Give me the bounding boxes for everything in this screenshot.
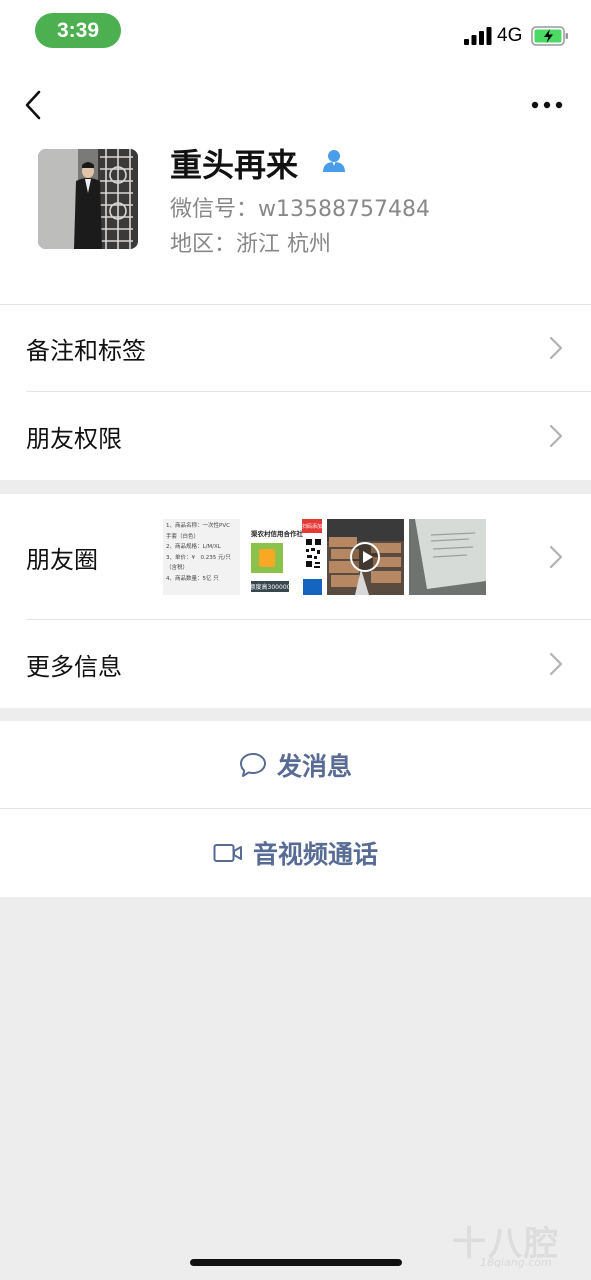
watermark-sub: 18qiang.com	[480, 1256, 552, 1269]
moment-thumbnail-text[interactable]: 1、商品名称：一次性PVC 手套（白色） 2、商品规格：L/M/XL 3、单价：…	[163, 519, 240, 595]
actions-section: 发消息 音视频通话	[0, 721, 591, 897]
thumb1-line: 手套（白色）	[166, 533, 200, 540]
remarks-and-tags-label: 备注和标签	[26, 336, 146, 365]
friend-permissions-label: 朋友权限	[26, 424, 122, 453]
video-camera-icon	[213, 844, 242, 862]
send-message-button[interactable]: 发消息	[0, 721, 591, 809]
settings-section: 备注和标签 朋友权限	[0, 304, 591, 480]
thumb1-line: 2、商品规格：L/M/XL	[166, 544, 221, 550]
friend-permissions-row[interactable]: 朋友权限	[0, 392, 591, 480]
thumb2-badge: 扫码添加	[302, 519, 322, 533]
qr-code-icon	[305, 537, 322, 573]
chat-bubble-icon	[239, 753, 266, 777]
send-message-label: 发消息	[276, 752, 352, 781]
contact-name: 重头再来	[170, 146, 299, 184]
more-info-row[interactable]: 更多信息	[0, 620, 591, 708]
status-bar: 3:39 4G	[0, 0, 591, 66]
moment-thumbnail-ad[interactable]: 渠农村信用合作社 扫码添加 额度高300000	[245, 519, 322, 595]
play-icon	[363, 551, 373, 563]
moment-thumbnail-photo[interactable]	[409, 519, 486, 595]
thumb2-title: 渠农村信用合作社	[251, 530, 303, 538]
home-indicator[interactable]	[190, 1259, 402, 1266]
battery-charging-icon	[531, 26, 568, 46]
network-type: 4G	[497, 25, 523, 46]
thumb2-amount: 额度高300000	[251, 581, 289, 592]
status-time[interactable]: 3:39	[35, 13, 121, 48]
thumb1-line: 1、商品名称：一次性PVC	[166, 523, 230, 529]
moment-thumbnail-video[interactable]	[327, 519, 404, 595]
region: 地区：浙江 杭州	[170, 232, 331, 257]
cellular-signal-icon	[464, 27, 492, 45]
chevron-right-icon	[549, 336, 563, 360]
thumb1-line: 3、单价：¥ 0.235 元/只	[166, 554, 231, 561]
video-call-button[interactable]: 音视频通话	[0, 809, 591, 897]
thumb1-line: 4、商品数量：5亿 只	[166, 575, 219, 582]
moments-thumbnails: 1、商品名称：一次性PVC 手套（白色） 2、商品规格：L/M/XL 3、单价：…	[163, 519, 486, 595]
chevron-right-icon	[549, 424, 563, 448]
remarks-and-tags-row[interactable]: 备注和标签	[0, 304, 591, 392]
moments-label: 朋友圈	[26, 545, 98, 574]
avatar-photo	[38, 149, 138, 249]
photo-image	[409, 519, 486, 595]
chevron-right-icon	[549, 545, 563, 569]
more-options-icon[interactable]	[530, 100, 564, 110]
moments-row[interactable]: 朋友圈 1、商品名称：一次性PVC 手套（白色） 2、商品规格：L/M/XL 3…	[0, 494, 591, 620]
more-info-label: 更多信息	[26, 652, 122, 681]
moments-section: 朋友圈 1、商品名称：一次性PVC 手套（白色） 2、商品规格：L/M/XL 3…	[0, 494, 591, 708]
thumb1-line: （含税）	[166, 565, 189, 571]
avatar[interactable]	[38, 149, 138, 249]
wechat-id: 微信号：w13588757484	[170, 197, 430, 222]
site-watermark: 十八腔 18qiang.com	[452, 1212, 577, 1272]
video-call-label: 音视频通话	[252, 840, 378, 869]
profile-card: 重头再来 微信号：w13588757484 地区：浙江 杭州	[0, 66, 591, 304]
back-arrow-icon[interactable]	[22, 90, 46, 120]
thumb2-card-image	[251, 543, 283, 573]
chevron-right-icon	[549, 652, 563, 676]
person-icon	[323, 150, 345, 172]
